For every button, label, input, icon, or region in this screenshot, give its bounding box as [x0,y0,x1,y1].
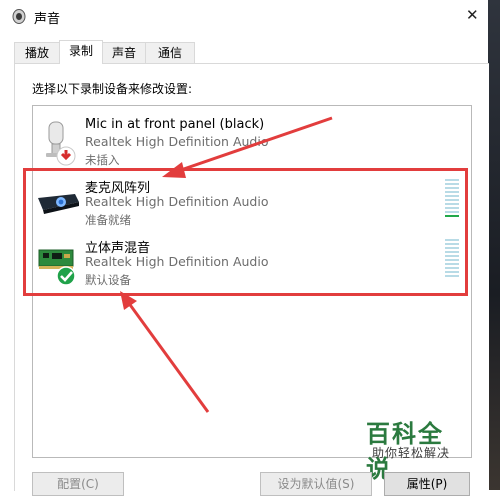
close-button[interactable]: ✕ [454,0,488,33]
desktop-background-edge [488,0,500,490]
set-default-button[interactable]: 设为默认值(S) [260,472,372,496]
watermark-logo: 百科全说 助你轻松解决 [348,410,466,483]
tab-sounds[interactable]: 声音 [102,42,146,63]
device-row-mic-front-panel[interactable]: Mic in at front panel (black) Realtek Hi… [33,114,471,174]
microphone-unplugged-icon [46,121,76,166]
device-name: Mic in at front panel (black) [85,117,265,132]
speaker-icon [12,9,26,24]
tab-recording[interactable]: 录制 [59,40,103,64]
tab-playback[interactable]: 播放 [14,42,60,63]
watermark-subtitle: 助你轻松解决 [372,446,451,460]
configure-button[interactable]: 配置(C) [32,472,124,496]
device-driver: Realtek High Definition Audio [85,134,269,149]
properties-button[interactable]: 属性(P) [384,472,470,496]
title-bar: 声音 ✕ [0,0,488,33]
window-title: 声音 [34,12,61,27]
instruction-text: 选择以下录制设备来修改设置: [32,82,193,96]
close-icon: ✕ [466,6,479,24]
annotation-highlight-box [23,168,468,296]
device-status: 未插入 [85,153,120,167]
tab-communications[interactable]: 通信 [145,42,195,63]
